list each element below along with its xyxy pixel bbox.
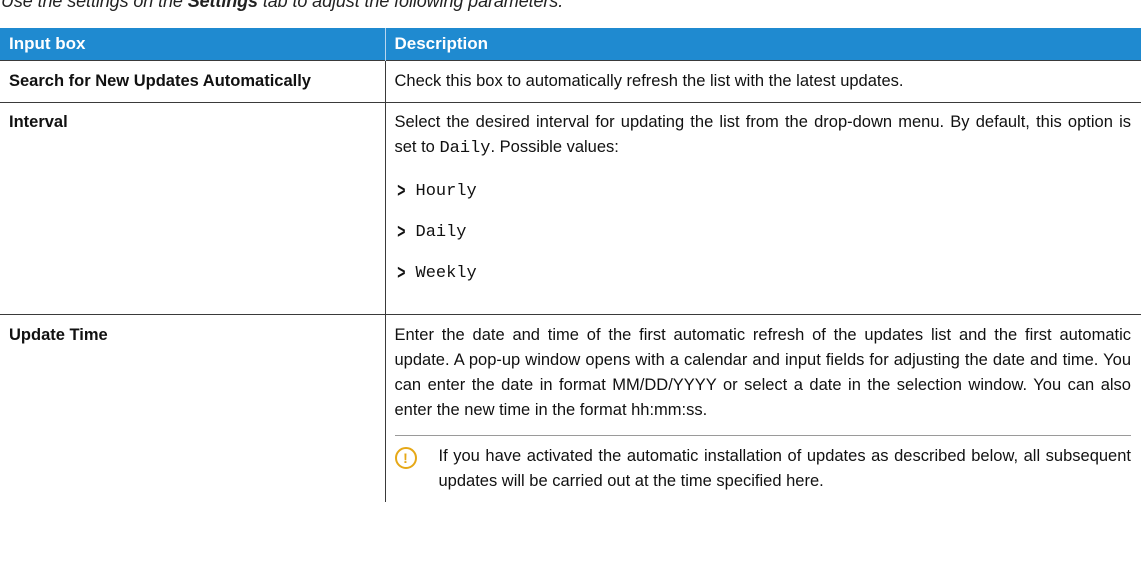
- header-input-box: Input box: [0, 28, 386, 61]
- intro-text: Use the settings on the Settings tab to …: [1, 0, 563, 12]
- table-row: Update Time Enter the date and time of t…: [0, 314, 1141, 502]
- info-icon: !: [394, 447, 417, 469]
- values-list: > Hourly > Daily > Weekly: [395, 171, 1132, 294]
- row-description: Check this box to automatically refresh …: [385, 60, 1141, 103]
- row-description: Enter the date and time of the first aut…: [385, 314, 1141, 502]
- chevron-right-icon: >: [396, 180, 405, 202]
- row-description: Select the desired interval for updating…: [385, 102, 1141, 315]
- table-header-row: Input box Description: [0, 28, 1141, 61]
- list-item: > Weekly: [396, 262, 477, 284]
- table-row: Search for New Updates Automatically Che…: [0, 60, 1141, 103]
- parameters-table: Input box Description Search for New Upd…: [0, 28, 1141, 502]
- header-description: Description: [385, 28, 1141, 61]
- chevron-right-icon: >: [396, 221, 405, 243]
- note-text: If you have activated the automatic inst…: [438, 447, 1132, 490]
- settings-tab-name: Settings: [187, 0, 258, 11]
- note-box: ! If you have activated the automatic in…: [394, 435, 1132, 494]
- row-name: Interval: [0, 102, 386, 315]
- row-name: Update Time: [0, 314, 386, 502]
- list-item: > Daily: [396, 221, 467, 243]
- default-value: Daily: [439, 139, 491, 158]
- chevron-right-icon: >: [396, 262, 405, 284]
- table-row: Interval Select the desired interval for…: [0, 102, 1141, 315]
- row-name: Search for New Updates Automatically: [0, 60, 386, 103]
- list-item: > Hourly: [396, 180, 477, 202]
